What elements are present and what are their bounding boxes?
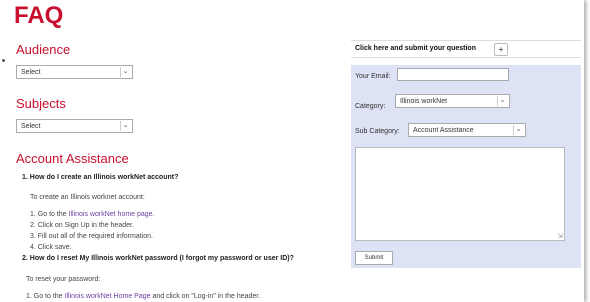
audience-heading: Audience (16, 42, 71, 57)
account-assistance-heading: Account Assistance (16, 151, 129, 166)
step-text: and click on "Log-in" in the header. (150, 293, 261, 300)
subjects-heading: Subjects (16, 96, 66, 111)
chevron-down-icon: ⌄ (513, 125, 523, 135)
category-select-value: Illinois workNet (400, 98, 448, 105)
faq-answer-1-step-2: 2. Click on Sign Up in the header. (30, 222, 134, 229)
audience-select-value: Select (21, 69, 41, 76)
submit-question-toggle[interactable]: Click here and submit your question + (351, 40, 581, 58)
email-field[interactable] (397, 68, 509, 81)
category-label: Category: (355, 103, 386, 110)
faq-answer-2-step-1: 1. Go to the Illinois workNet Home Page … (26, 293, 260, 300)
email-label: Your Email: (355, 73, 391, 80)
step-text: . (152, 211, 155, 218)
subcategory-select-value: Account Assistance (413, 127, 474, 134)
category-select[interactable]: Illinois workNet ⌄ (395, 94, 510, 108)
faq-answer-1-step-4: 4. Click save. (30, 244, 72, 251)
question-textarea[interactable]: ⇲ (355, 147, 565, 241)
submit-question-label: Click here and submit your question (355, 45, 476, 52)
faq-page: FAQ Audience Select ⌄ Subjects Select ⌄ … (0, 0, 584, 302)
faq-answer-2-intro: To reset your password: (26, 276, 101, 283)
illinois-worknet-home-link[interactable]: Illinois workNet Home Page (65, 293, 151, 300)
illinois-worknet-home-link[interactable]: Illinois workNet home page (69, 211, 153, 218)
faq-question-2[interactable]: 2. How do I reset My Illinois workNet pa… (22, 255, 294, 262)
audience-select[interactable]: Select ⌄ (16, 65, 133, 79)
submit-button[interactable]: Submit (355, 251, 393, 265)
chevron-down-icon: ⌄ (120, 121, 130, 131)
subcategory-select[interactable]: Account Assistance ⌄ (408, 123, 526, 137)
faq-question-1[interactable]: 1. How do I create an Illinois workNet a… (22, 174, 178, 181)
subjects-select[interactable]: Select ⌄ (16, 119, 133, 133)
chevron-down-icon: ⌄ (120, 67, 130, 77)
resize-handle-icon[interactable]: ⇲ (557, 232, 563, 240)
step-text: 1. Go to the (30, 211, 69, 218)
page-title: FAQ (14, 2, 64, 29)
expand-plus-button[interactable]: + (494, 43, 508, 56)
faq-answer-1-step-1: 1. Go to the Illinois workNet home page. (30, 211, 155, 218)
step-text: 1. Go to the (26, 293, 65, 300)
faq-answer-1-intro: To create an Illinois worknet account: (30, 194, 145, 201)
bullet-marker (2, 59, 5, 62)
subcategory-label: Sub Category: (355, 128, 400, 135)
faq-answer-1-step-3: 3. Fill out all of the required informat… (30, 233, 153, 240)
subjects-select-value: Select (21, 123, 41, 130)
chevron-down-icon: ⌄ (497, 96, 507, 106)
question-form: Your Email: Category: Illinois workNet ⌄… (351, 65, 581, 268)
